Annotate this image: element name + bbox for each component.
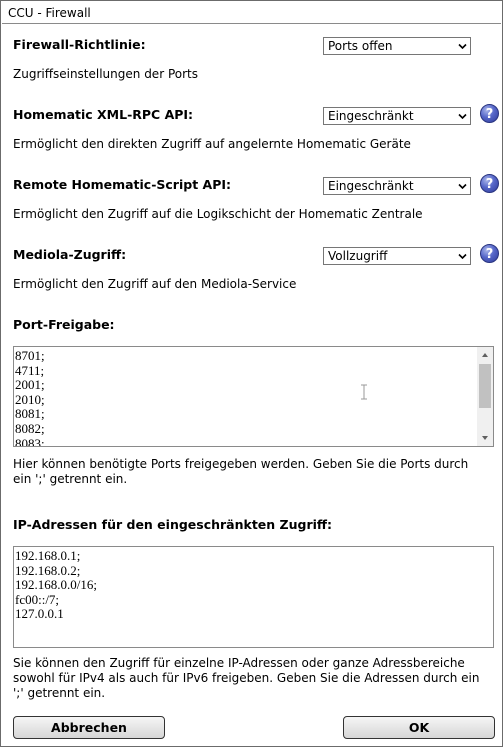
scroll-thumb[interactable] [479, 364, 491, 408]
firewall-policy-description: Zugriffseinstellungen der Ports [13, 67, 198, 81]
xmlrpc-help-icon[interactable]: ? [480, 104, 499, 123]
mediola-select[interactable]: Vollzugriff [323, 247, 471, 265]
title-bar[interactable]: CCU - Firewall [2, 2, 501, 24]
xmlrpc-heading: Homematic XML-RPC API: [13, 107, 194, 122]
script-api-description: Ermöglicht den Zugriff auf die Logikschi… [13, 207, 423, 221]
ip-access-textarea[interactable]: 192.168.0.1; 192.168.0.2; 192.168.0.0/16… [13, 546, 494, 648]
chevron-down-icon [458, 183, 467, 190]
port-line: 2010; [15, 391, 45, 407]
port-line: 2001; [15, 377, 45, 393]
port-line: 8701; [15, 348, 45, 363]
window-title: CCU - Firewall [8, 6, 91, 20]
xmlrpc-select[interactable]: Eingeschränkt [323, 107, 471, 125]
ip-hint-line: sowohl für IPv4 als auch für IPv6 freige… [13, 671, 480, 685]
scroll-down-icon[interactable] [481, 434, 489, 442]
ports-hint-line: ein ';' getrennt ein. [13, 472, 128, 486]
port-line: 8081; [15, 406, 45, 422]
ip-line: fc00::/7; [15, 591, 60, 607]
text-cursor-icon [361, 384, 367, 400]
ports-heading: Port-Freigabe: [13, 317, 115, 332]
ip-hint-line: Sie können den Zugriff für einzelne IP-A… [13, 656, 465, 670]
script-api-select[interactable]: Eingeschränkt [323, 177, 471, 195]
script-api-help-icon[interactable]: ? [480, 174, 499, 193]
chevron-down-icon [458, 113, 467, 120]
script-api-value: Eingeschränkt [328, 179, 414, 193]
ip-line: 192.168.0.0/16; [15, 577, 97, 593]
port-line: 4711; [15, 362, 45, 378]
ip-line: 192.168.0.2; [15, 562, 81, 578]
scroll-up-icon[interactable] [481, 351, 489, 359]
script-api-heading: Remote Homematic-Script API: [13, 177, 232, 192]
ports-hint: Hier können benötigte Ports freigegeben … [13, 457, 468, 487]
firewall-dialog: CCU - Firewall Firewall-Richtlinie: Port… [0, 0, 503, 747]
ok-button[interactable]: OK [343, 716, 495, 739]
mediola-value: Vollzugriff [328, 249, 388, 263]
cancel-button[interactable]: Abbrechen [13, 716, 165, 739]
ip-access-heading: IP-Adressen für den eingeschränkten Zugr… [13, 517, 333, 532]
ports-hint-line: Hier können benötigte Ports freigegeben … [13, 457, 469, 471]
firewall-policy-heading: Firewall-Richtlinie: [13, 37, 146, 52]
ports-scrollbar[interactable] [477, 347, 493, 446]
mediola-help-icon[interactable]: ? [480, 244, 499, 263]
ip-line: 192.168.0.1; [15, 548, 81, 563]
mediola-description: Ermöglicht den Zugriff auf den Mediola-S… [13, 277, 297, 291]
mediola-heading: Mediola-Zugriff: [13, 247, 127, 262]
firewall-policy-select[interactable]: Ports offen [323, 37, 471, 55]
ip-access-hint: Sie können den Zugriff für einzelne IP-A… [13, 656, 480, 701]
ports-textarea[interactable]: 8701; 4711; 2001; 2010; 8081; 8082; 8083… [13, 346, 494, 447]
port-line: 8083; [15, 435, 45, 447]
chevron-down-icon [458, 253, 467, 260]
firewall-policy-value: Ports offen [328, 39, 393, 53]
xmlrpc-description: Ermöglicht den direkten Zugriff auf ange… [13, 137, 411, 151]
ip-hint-line: ';' getrennt ein. [13, 686, 106, 700]
ip-line: 127.0.0.1 [15, 606, 64, 622]
chevron-down-icon [458, 43, 467, 50]
port-line: 8082; [15, 420, 45, 436]
xmlrpc-value: Eingeschränkt [328, 109, 414, 123]
